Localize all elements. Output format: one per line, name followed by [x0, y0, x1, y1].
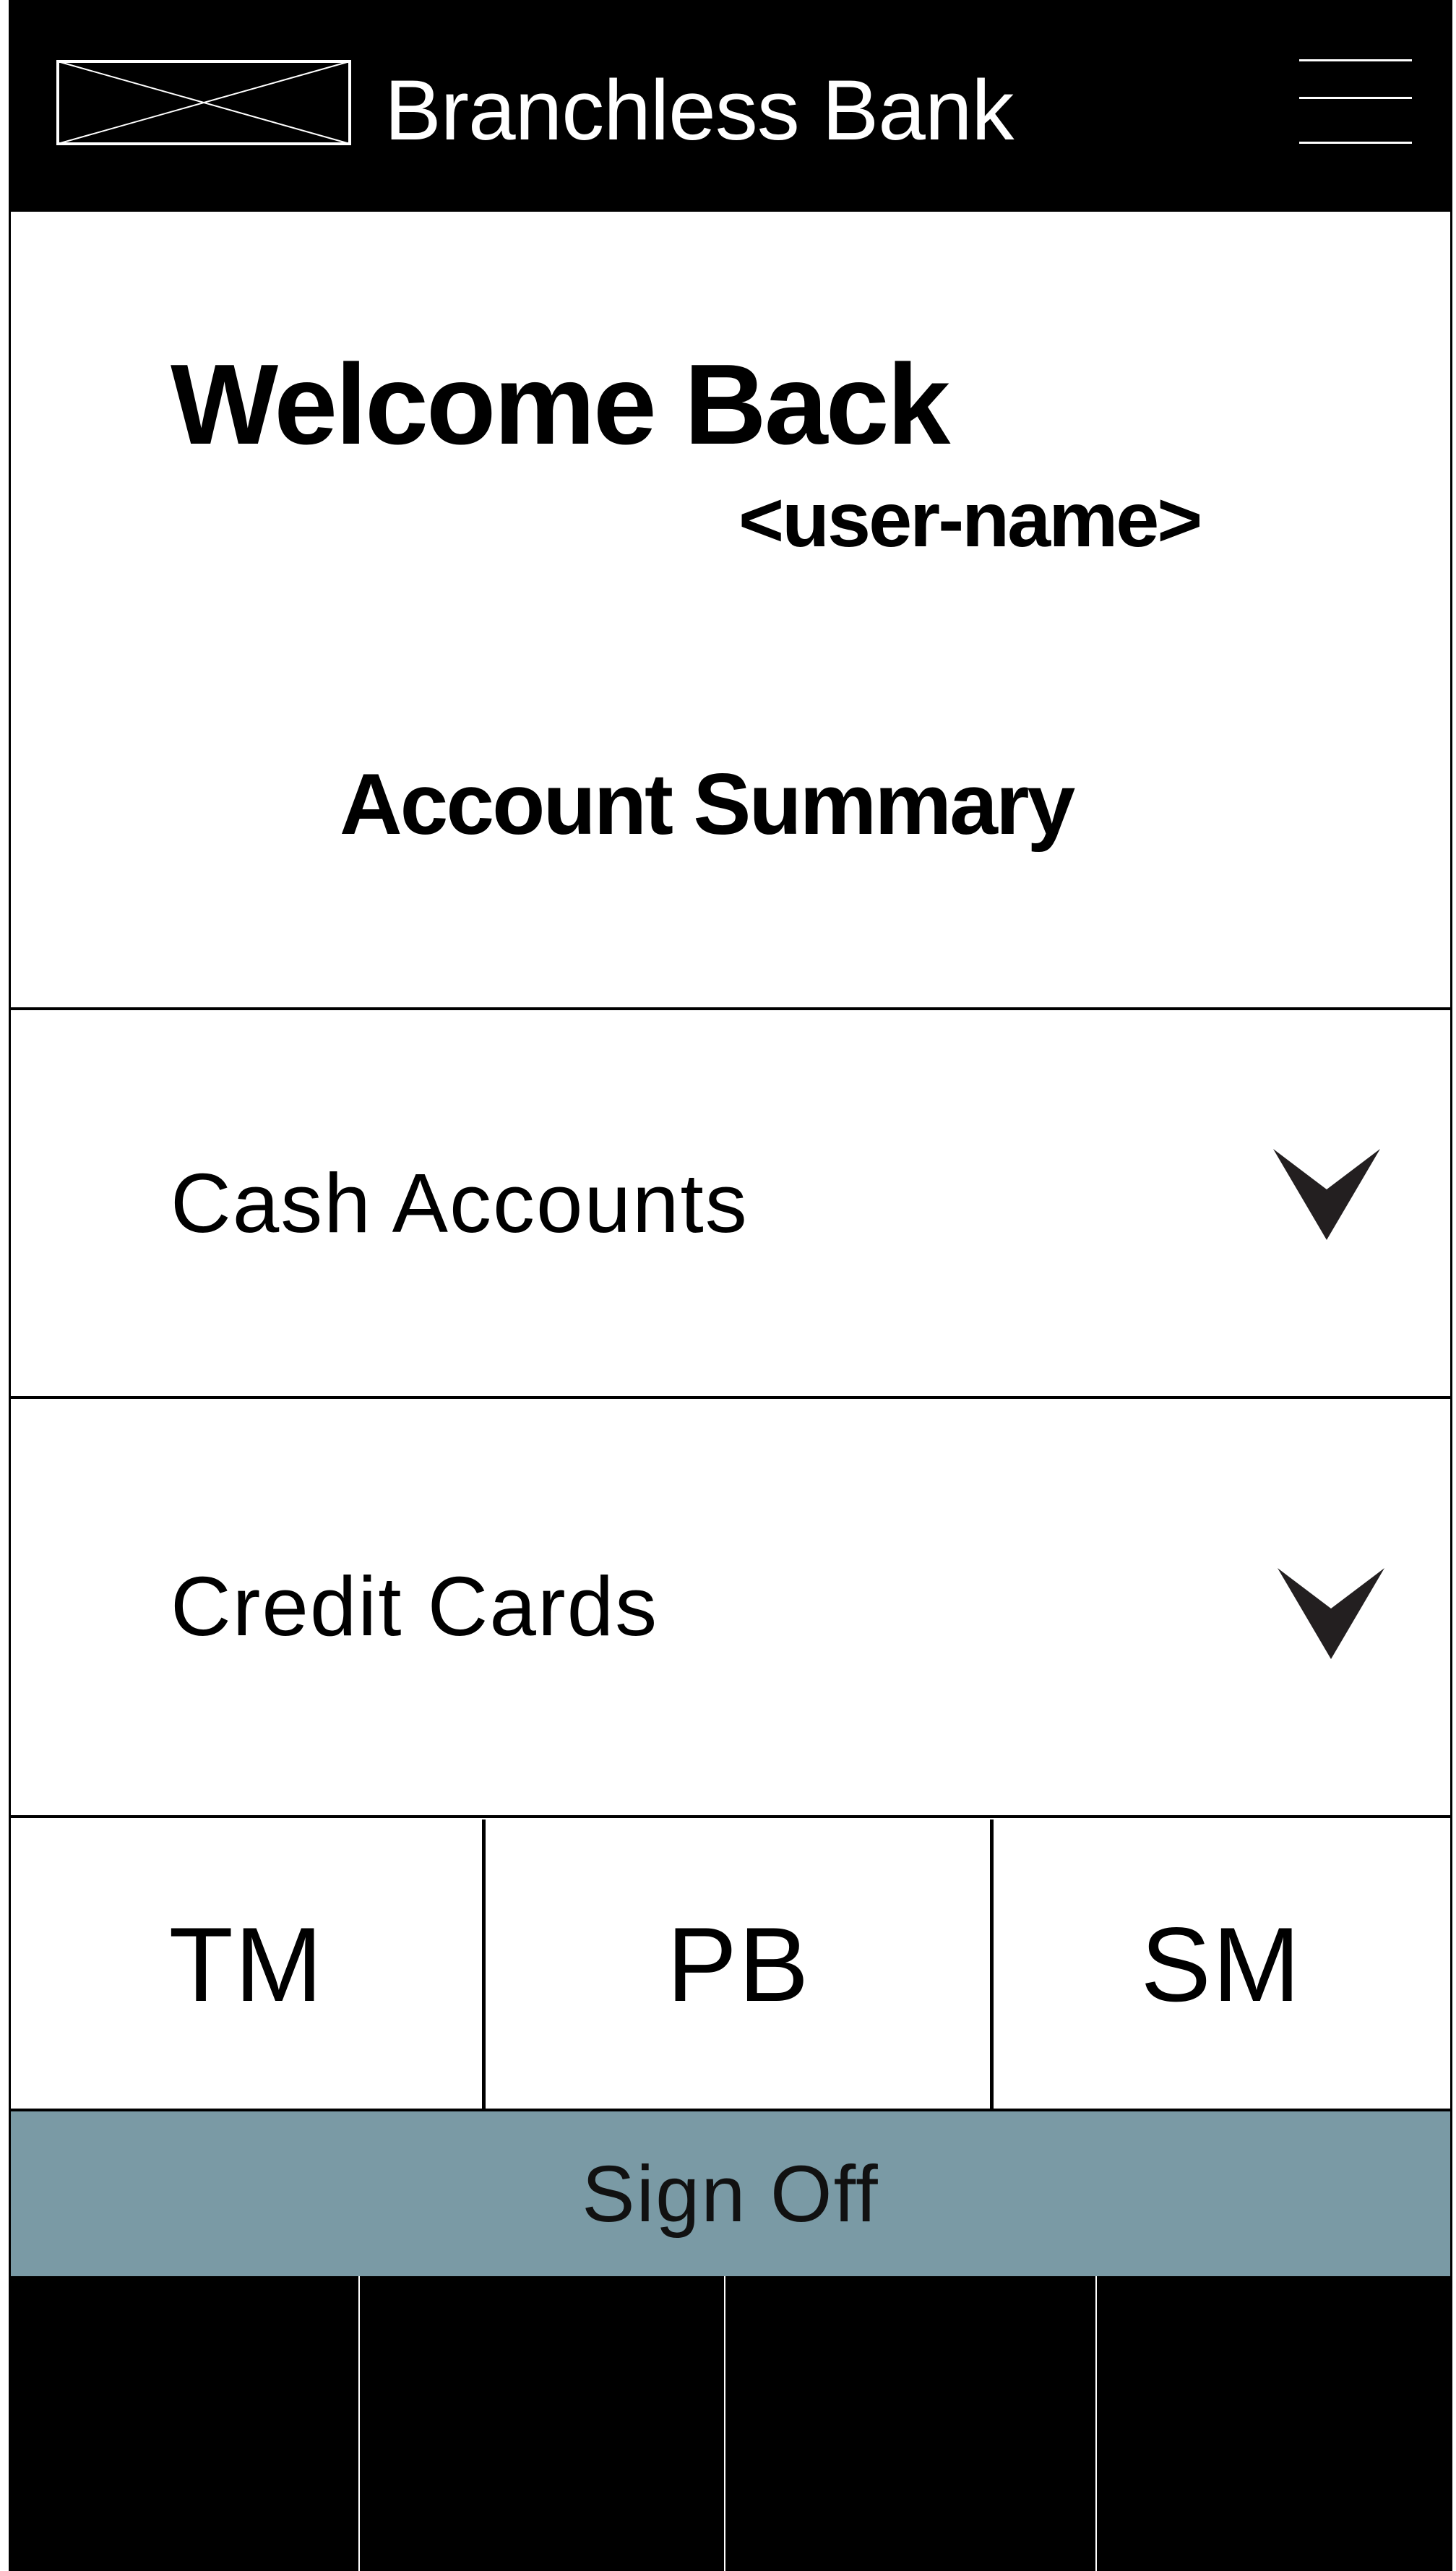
divider — [9, 1815, 1452, 1818]
sign-off-button[interactable]: Sign Off — [11, 2111, 1450, 2276]
bottom-nav-item[interactable] — [360, 2276, 724, 2571]
chevron-down-icon[interactable] — [1272, 1147, 1382, 1241]
quick-action-sm[interactable]: SM — [994, 1819, 1449, 2110]
chevron-down-icon[interactable] — [1276, 1567, 1386, 1661]
bottom-nav-item[interactable] — [725, 2276, 1095, 2571]
credit-cards-label: Credit Cards — [171, 1559, 659, 1653]
account-summary-title: Account Summary — [340, 756, 1075, 853]
bottom-nav-bar — [9, 2276, 1452, 2571]
credit-cards-row[interactable]: Credit Cards — [9, 1399, 1452, 1815]
quick-action-label: TM — [168, 1905, 324, 2023]
quick-action-tm[interactable]: TM — [11, 1819, 482, 2110]
cash-accounts-label: Cash Accounts — [171, 1156, 749, 1250]
bottom-nav-item[interactable] — [1097, 2276, 1452, 2571]
app-title: Branchless Bank — [384, 63, 1014, 158]
cash-accounts-row[interactable]: Cash Accounts — [9, 1010, 1452, 1396]
image-placeholder-icon — [56, 60, 351, 145]
quick-action-label: SM — [1140, 1905, 1302, 2023]
user-name: <user-name> — [738, 475, 1202, 563]
hamburger-menu-icon[interactable] — [1292, 58, 1419, 149]
quick-action-label: PB — [666, 1905, 811, 2023]
welcome-title: Welcome Back — [171, 341, 950, 468]
bottom-nav-item[interactable] — [9, 2276, 358, 2571]
sign-off-label: Sign Off — [582, 2149, 879, 2239]
quick-action-pb[interactable]: PB — [486, 1819, 991, 2110]
app-header: Branchless Bank — [9, 0, 1452, 212]
